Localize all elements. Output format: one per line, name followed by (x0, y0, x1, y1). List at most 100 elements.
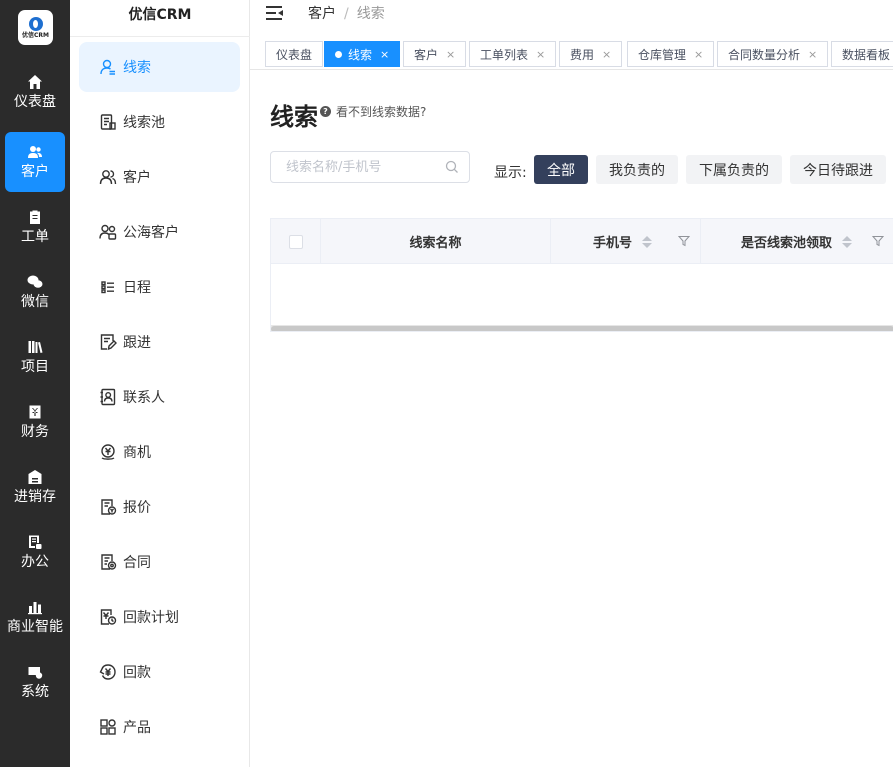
sidebar-item-lead-pool[interactable]: 线索池 (79, 97, 240, 147)
close-icon[interactable]: × (602, 48, 611, 61)
rail-item-label: 系统 (21, 684, 49, 700)
sidebar-item-payments[interactable]: 回款 (79, 647, 240, 697)
tab-expenses[interactable]: 费用 × (559, 41, 623, 67)
sidebar-item-opportunities[interactable]: 商机 (79, 427, 240, 477)
close-icon[interactable]: × (808, 48, 817, 61)
tab-customers[interactable]: 客户 × (403, 41, 467, 67)
close-icon[interactable]: × (380, 48, 389, 61)
leads-table: 线索名称 手机号 是否线索池领取 (270, 218, 893, 332)
crm-app: 优信CRM 仪表盘 客户 工单 微信 项目 财务 进销存 办公 商业智能 系统 … (0, 0, 893, 767)
search-input[interactable] (271, 152, 441, 182)
rail-item-bi[interactable]: 商业智能 (5, 587, 65, 647)
search-box (270, 151, 470, 183)
column-header-phone[interactable]: 手机号 (551, 219, 701, 264)
logo-text: 优信CRM (22, 31, 49, 39)
rail-item-office[interactable]: 办公 (5, 522, 65, 582)
filter-subordinates-button[interactable]: 下属负责的 (686, 155, 782, 184)
rail-item-dashboard[interactable]: 仪表盘 (5, 62, 65, 122)
sidebar-item-label: 日程 (123, 280, 151, 296)
tab-label: 线索 (348, 47, 373, 62)
main-nav-rail: 优信CRM 仪表盘 客户 工单 微信 项目 财务 进销存 办公 商业智能 系统 (0, 0, 70, 767)
follow-up-icon (100, 334, 117, 351)
tab-label: 工单列表 (480, 47, 529, 62)
tags-view-bar: 仪表盘 线索 × 客户 × 工单列表 × 费用 × 仓库管理 × 合同数量分析 … (250, 36, 893, 70)
sidebar-item-quotes[interactable]: 报价 (79, 482, 240, 532)
sidebar-item-label: 合同 (123, 555, 151, 571)
help-link[interactable]: ? 看不到线索数据? (320, 103, 426, 120)
breadcrumb-current: 线索 (356, 6, 385, 22)
breadcrumb-parent[interactable]: 客户 (308, 6, 336, 22)
sidebar-item-label: 跟进 (123, 335, 151, 351)
sidebar-item-follow-up[interactable]: 跟进 (79, 317, 240, 367)
rail-item-label: 进销存 (14, 489, 56, 505)
rail-item-system[interactable]: 系统 (5, 652, 65, 712)
contacts-icon (100, 388, 116, 406)
app-logo[interactable]: 优信CRM (18, 10, 53, 45)
sidebar-title: 优信CRM (128, 7, 192, 23)
sidebar-item-schedule[interactable]: 日程 (79, 262, 240, 312)
public-customers-icon (99, 224, 117, 240)
horizontal-scrollbar[interactable] (271, 325, 893, 331)
sidebar-item-products[interactable]: 产品 (79, 702, 240, 752)
lead-user-icon (100, 59, 115, 75)
filter-all-button[interactable]: 全部 (534, 155, 588, 184)
sort-caret-icon[interactable] (842, 235, 853, 248)
product-icon (100, 719, 116, 735)
sidebar-item-payment-plan[interactable]: 回款计划 (79, 592, 240, 642)
column-header-from-pool[interactable]: 是否线索池领取 (701, 219, 893, 264)
filter-today-followup-button[interactable]: 今日待跟进 (790, 155, 886, 184)
tab-label: 客户 (414, 47, 439, 62)
sidebar-item-customers[interactable]: 客户 (79, 152, 240, 202)
payment-plan-icon (100, 609, 117, 625)
sidebar-item-label: 产品 (123, 720, 151, 736)
tab-data-board[interactable]: 数据看板 × (831, 41, 893, 67)
quote-icon (101, 499, 117, 515)
settings-icon (28, 667, 43, 679)
sidebar-item-label: 报价 (123, 500, 151, 516)
filter-icon[interactable] (872, 235, 884, 247)
rail-item-label: 客户 (21, 164, 49, 180)
clipboard-icon (30, 210, 40, 224)
table-header: 线索名称 手机号 是否线索池领取 (271, 219, 893, 264)
filter-icon[interactable] (678, 235, 690, 247)
sort-caret-icon[interactable] (642, 235, 652, 248)
rail-item-label: 商业智能 (7, 619, 63, 635)
sidebar-item-label: 线索 (123, 60, 151, 76)
sidebar-item-public-customers[interactable]: 公海客户 (79, 207, 240, 257)
main-content: 客户 / 线索 仪表盘 线索 × 客户 × 工单列表 × 费用 × 仓库管理 ×… (250, 0, 893, 767)
sidebar-item-label: 回款 (123, 665, 151, 681)
close-icon[interactable]: × (536, 48, 545, 61)
rail-item-projects[interactable]: 项目 (5, 327, 65, 387)
rail-item-finance[interactable]: 财务 (5, 392, 65, 452)
filter-mine-button[interactable]: 我负责的 (596, 155, 678, 184)
tab-label: 费用 (570, 47, 595, 62)
column-label: 是否线索池领取 (741, 236, 833, 251)
menu-collapse-icon[interactable] (266, 5, 284, 21)
sidebar-item-leads[interactable]: 线索 (79, 42, 240, 92)
sub-menu-sidebar: 优信CRM 线索 线索池 客户 公海客户 日程 跟进 联系人 商机 报价 合同 … (70, 0, 250, 767)
close-icon[interactable]: × (446, 48, 455, 61)
sidebar-divider (70, 36, 250, 37)
tab-contract-analysis[interactable]: 合同数量分析 × (717, 41, 829, 67)
tab-leads[interactable]: 线索 × (324, 41, 401, 67)
tab-warehouse[interactable]: 仓库管理 × (627, 41, 715, 67)
column-header-lead-name[interactable]: 线索名称 (321, 219, 551, 264)
close-icon[interactable]: × (694, 48, 703, 61)
rail-item-customers[interactable]: 客户 (5, 132, 65, 192)
question-icon: ? (320, 106, 331, 117)
tab-ticket-list[interactable]: 工单列表 × (469, 41, 557, 67)
customers-icon (99, 170, 117, 185)
scrollbar-thumb[interactable] (271, 326, 893, 331)
sidebar-item-contacts[interactable]: 联系人 (79, 372, 240, 422)
select-all-checkbox[interactable] (288, 234, 303, 249)
sidebar-item-contracts[interactable]: 合同 (79, 537, 240, 587)
tab-dashboard[interactable]: 仪表盘 (265, 41, 324, 67)
rail-item-label: 工单 (21, 229, 49, 245)
rail-item-inventory[interactable]: 进销存 (5, 457, 65, 517)
lead-pool-icon (100, 114, 116, 130)
rail-item-wechat[interactable]: 微信 (5, 262, 65, 322)
sidebar-item-label: 联系人 (123, 390, 165, 406)
search-icon[interactable] (445, 160, 459, 174)
rail-item-tickets[interactable]: 工单 (5, 197, 65, 257)
page-title: 线索 (270, 103, 318, 131)
